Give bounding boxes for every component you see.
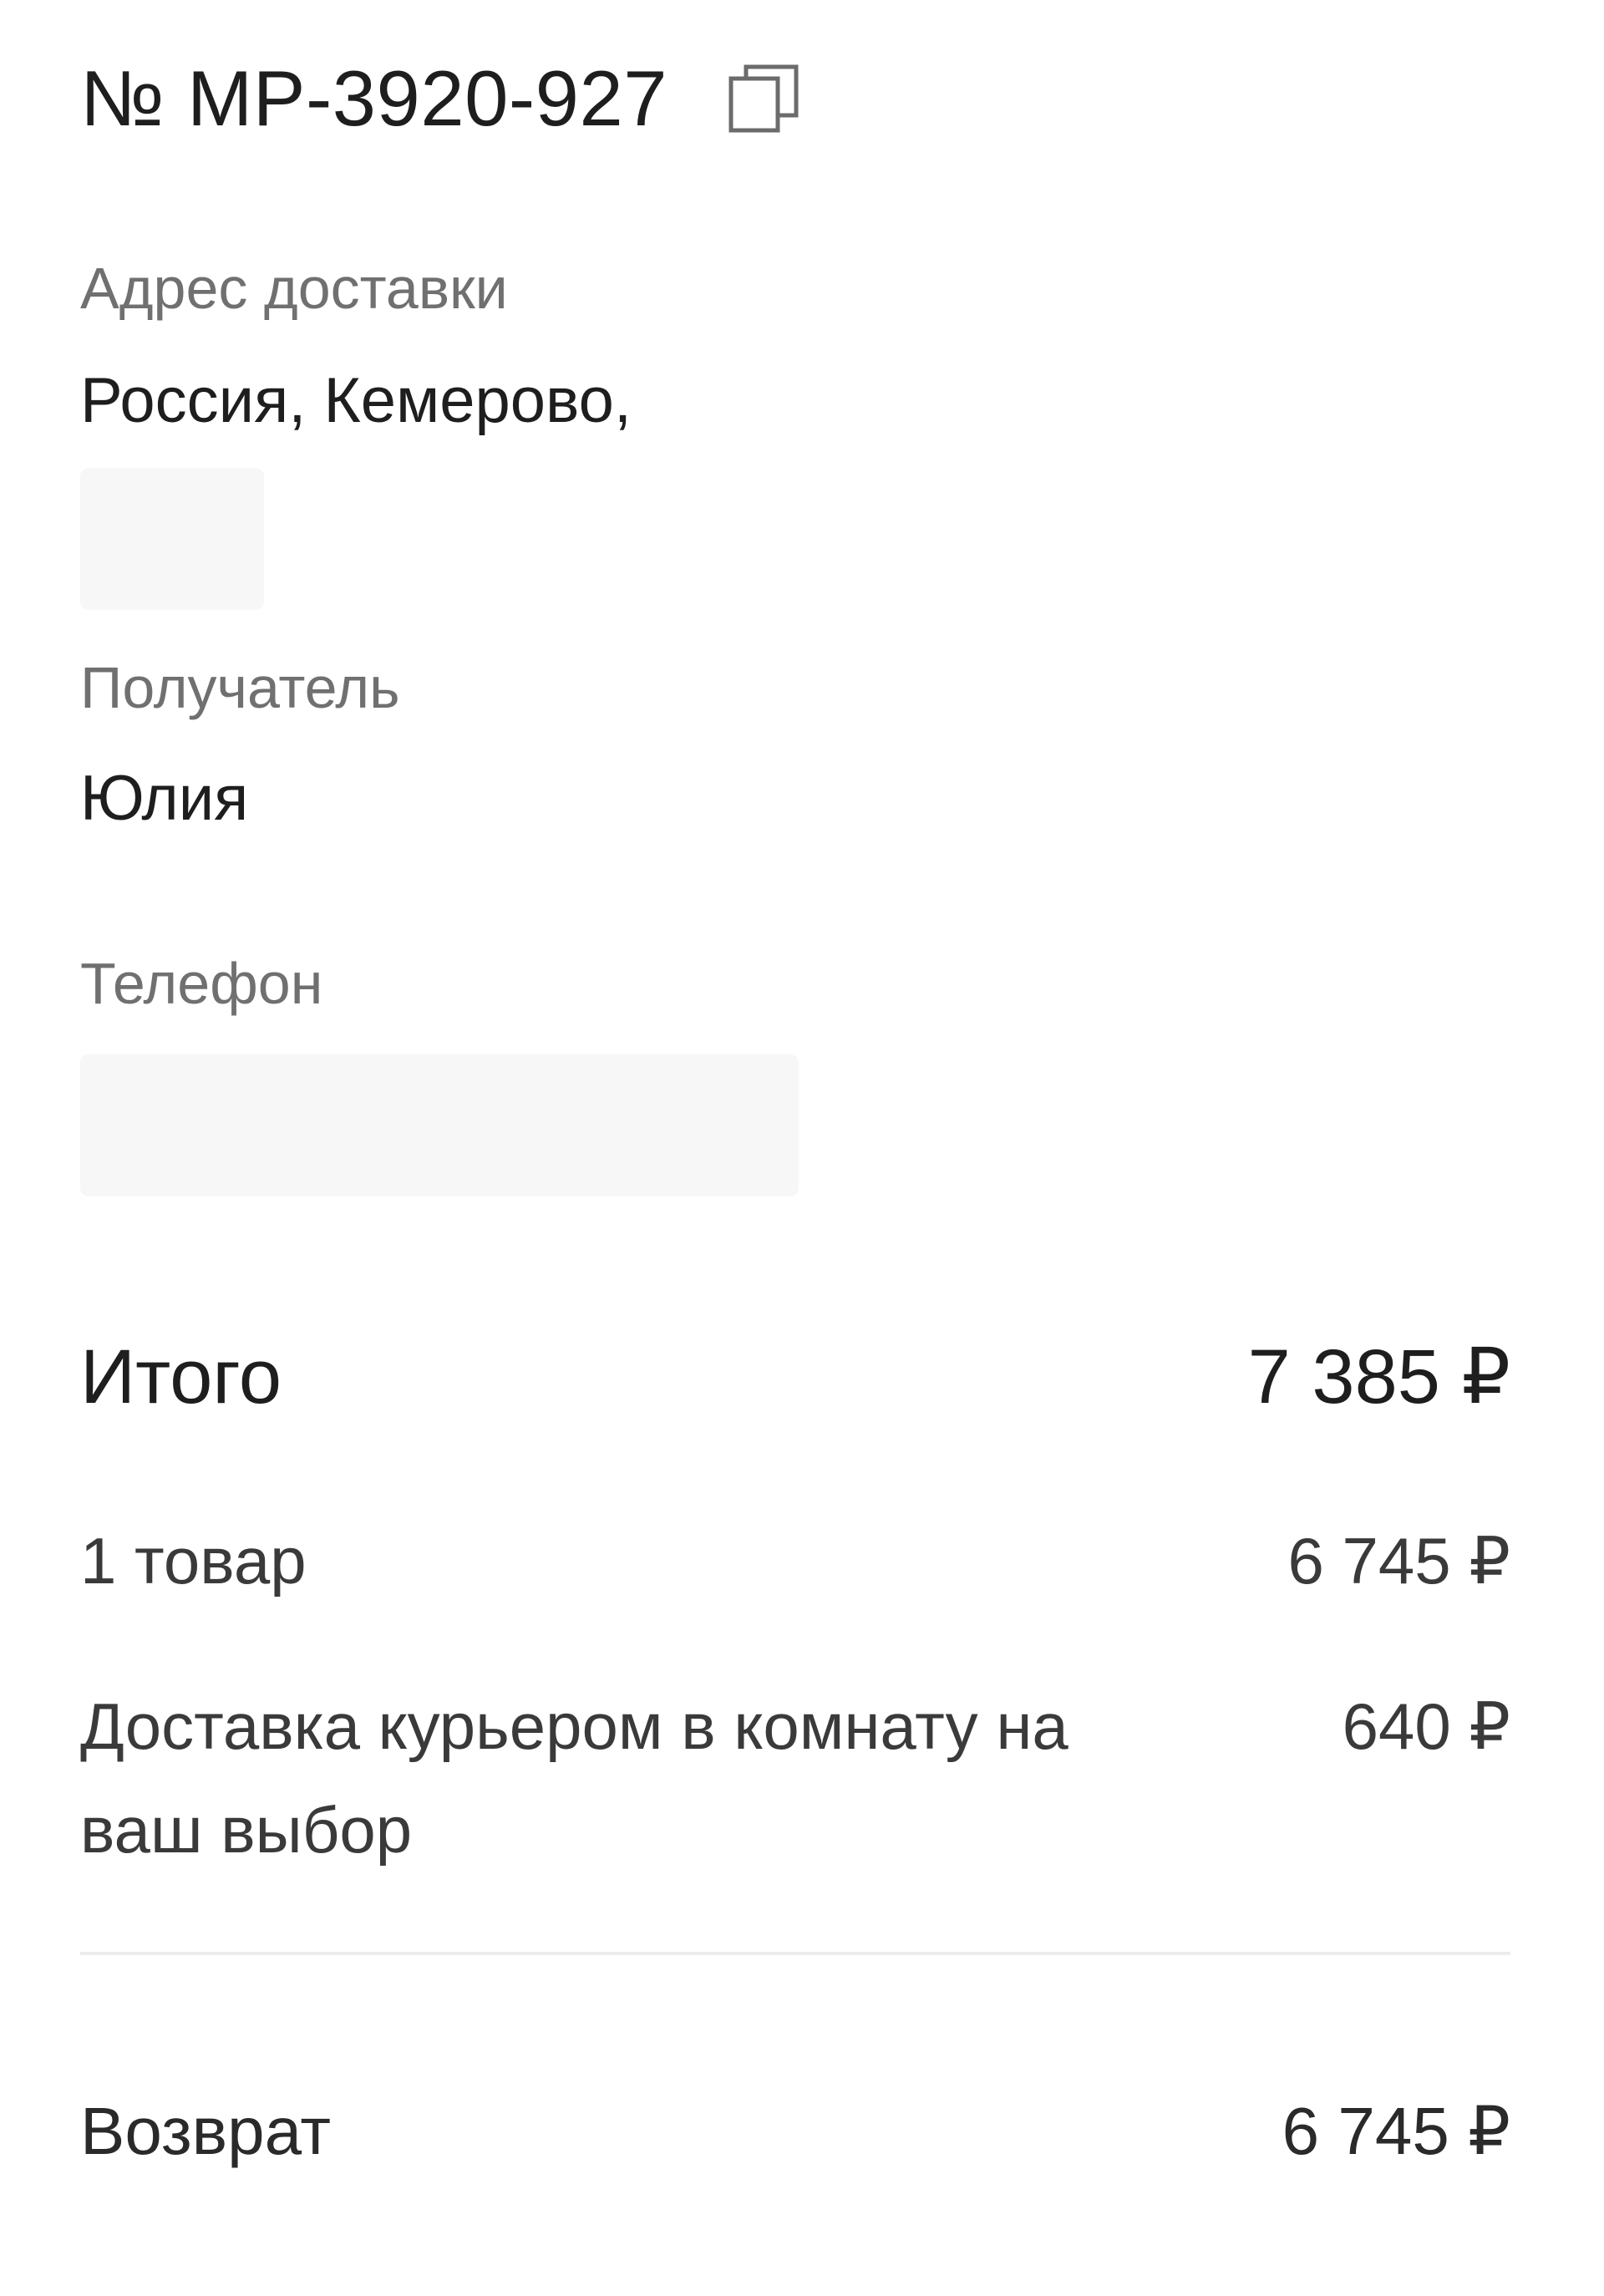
redacted-address-block	[80, 468, 264, 610]
delivery-label: Доставка курьером в комнату на ваш выбор	[80, 1689, 1068, 1867]
delivery-row: Доставка курьером в комнату на ваш выбор…	[80, 1674, 1510, 1882]
refund-row: Возврат 6 745 ₽	[80, 2085, 1510, 2177]
delivery-value: 640 ₽	[1342, 1689, 1510, 1763]
order-details-panel: № MP-3920-927 Адрес доставки Россия, Кем…	[0, 0, 1604, 2296]
recipient-label: Получатель	[80, 655, 400, 720]
copy-icon[interactable]	[724, 57, 808, 140]
summary-divider	[80, 1952, 1510, 1955]
delivery-address-label: Адрес доставки	[80, 256, 508, 321]
order-header: № MP-3920-927	[80, 48, 808, 149]
delivery-address-value: Россия, Кемерово,	[80, 365, 632, 436]
redacted-phone-value	[80, 1054, 799, 1196]
phone-label: Телефон	[80, 951, 323, 1016]
total-value: 7 385 ₽	[1247, 1334, 1510, 1420]
items-row: 1 товар 6 745 ₽	[80, 1511, 1510, 1611]
recipient-value: Юлия	[80, 763, 249, 834]
refund-label: Возврат	[80, 2094, 331, 2168]
items-value: 6 745 ₽	[1287, 1524, 1511, 1598]
total-row: Итого 7 385 ₽	[80, 1328, 1510, 1425]
items-label: 1 товар	[80, 1524, 307, 1598]
refund-value: 6 745 ₽	[1282, 2094, 1510, 2168]
total-label: Итого	[80, 1334, 282, 1420]
order-number: № MP-3920-927	[80, 54, 668, 142]
